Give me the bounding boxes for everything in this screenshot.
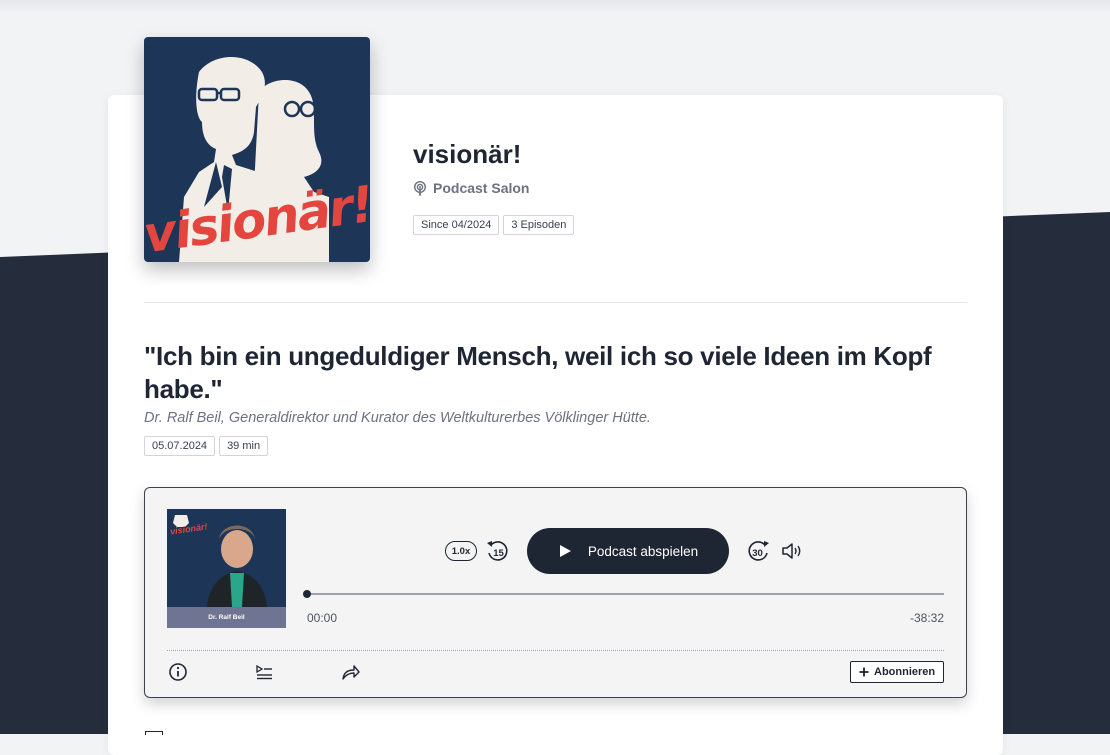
podcast-author[interactable]: Podcast Salon: [413, 180, 529, 196]
episode-badges: 05.07.2024 39 min: [144, 436, 269, 456]
episode-cover-name: Dr. Ralf Beil: [167, 607, 286, 628]
author-name: Podcast Salon: [433, 180, 530, 196]
duration-badge: 39 min: [219, 436, 269, 456]
player-divider: [167, 650, 944, 651]
remaining-time: -38:32: [909, 611, 944, 625]
podcast-badges: Since 04/2024 3 Episoden: [413, 215, 575, 235]
since-badge: Since 04/2024: [413, 215, 500, 235]
episode-title: "Ich bin ein ungeduldiger Mensch, weil i…: [144, 341, 932, 404]
info-icon: [169, 663, 187, 681]
progress-bar[interactable]: [303, 590, 944, 598]
episodes-badge[interactable]: 3 Episoden: [503, 215, 575, 235]
next-section-checkbox[interactable]: [145, 731, 163, 735]
subscribe-button[interactable]: Abonnieren: [850, 661, 945, 683]
audio-player: visionär! Dr. Ralf Beil 1.0x 15 Podcast …: [144, 487, 967, 698]
episode-cover: visionär! Dr. Ralf Beil: [167, 509, 286, 628]
play-icon: [559, 545, 571, 557]
play-button-label: Podcast abspielen: [587, 543, 699, 559]
skip-back-label: 15: [493, 548, 504, 559]
playlist-icon: [256, 664, 272, 680]
share-button[interactable]: [339, 661, 361, 683]
progress-handle[interactable]: [303, 590, 311, 598]
info-button[interactable]: [167, 661, 189, 683]
player-controls: 1.0x 15 Podcast abspielen 30: [445, 528, 805, 574]
skip-forward-button[interactable]: 30: [745, 538, 771, 564]
plus-icon: [859, 667, 869, 677]
volume-icon: [782, 543, 801, 559]
divider: [144, 302, 967, 303]
volume-button[interactable]: [779, 538, 805, 564]
skip-forward-label: 30: [752, 548, 763, 559]
speed-button[interactable]: 1.0x: [445, 541, 477, 561]
skip-forward-icon: 30: [748, 541, 769, 561]
episode-subtitle: Dr. Ralf Beil, Generaldirektor und Kurat…: [144, 410, 651, 426]
podcast-icon: [414, 180, 426, 196]
share-icon: [342, 665, 360, 680]
podcast-cover[interactable]: visionär!: [144, 37, 370, 262]
subscribe-label: Abonnieren: [874, 666, 936, 678]
skip-back-icon: 15: [487, 541, 508, 561]
date-badge: 05.07.2024: [144, 436, 216, 456]
play-button[interactable]: Podcast abspielen: [527, 528, 729, 574]
podcast-title: visionär!: [413, 139, 522, 169]
playlist-button[interactable]: [253, 661, 275, 683]
skip-back-button[interactable]: 15: [485, 538, 511, 564]
elapsed-time: 00:00: [307, 611, 338, 625]
